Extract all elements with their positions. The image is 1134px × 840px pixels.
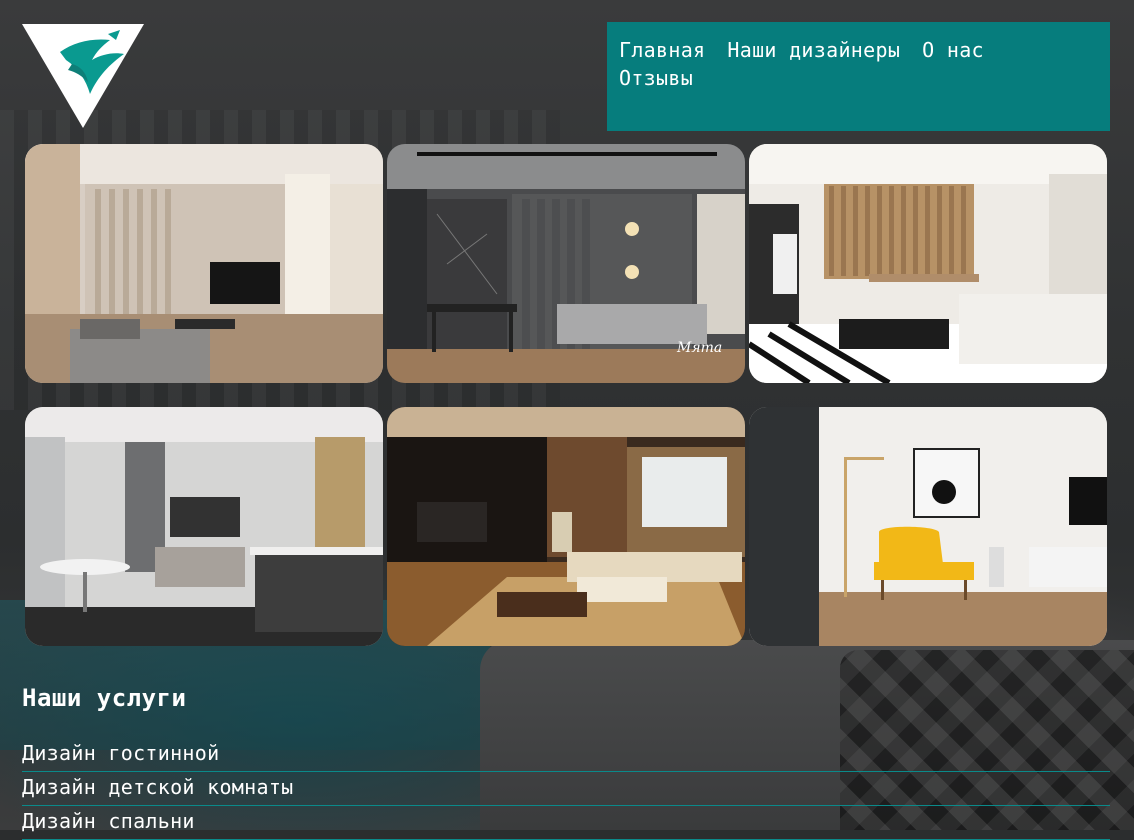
logo[interactable] [22, 24, 144, 128]
service-item-kids-room[interactable]: Дизайн детской комнаты [22, 772, 1110, 806]
services-list: Дизайн гостинной Дизайн детской комнаты … [22, 738, 1110, 840]
main-menu: Главная Наши дизайнеры О нас Отзывы [607, 22, 1110, 131]
watermark-text: Мята [676, 340, 722, 356]
nav-home[interactable]: Главная [619, 38, 705, 62]
gallery-photo[interactable] [25, 144, 383, 383]
portfolio-gallery: Мята [25, 144, 1108, 646]
gallery-photo[interactable] [387, 407, 745, 646]
gallery-photo[interactable] [25, 407, 383, 646]
nav-designers[interactable]: Наши дизайнеры [727, 38, 900, 62]
nav-about[interactable]: О нас [922, 38, 984, 62]
nav-reviews[interactable]: Отзывы [619, 66, 693, 90]
bird-triangle-logo-icon [22, 24, 144, 128]
services-heading: Наши услуги [22, 684, 187, 712]
gallery-photo[interactable] [749, 144, 1107, 383]
gallery-photo[interactable]: Мята [387, 144, 745, 383]
service-item-living-room[interactable]: Дизайн гостинной [22, 738, 1110, 772]
gallery-photo[interactable] [749, 407, 1107, 646]
service-item-bedroom[interactable]: Дизайн спальни [22, 806, 1110, 840]
